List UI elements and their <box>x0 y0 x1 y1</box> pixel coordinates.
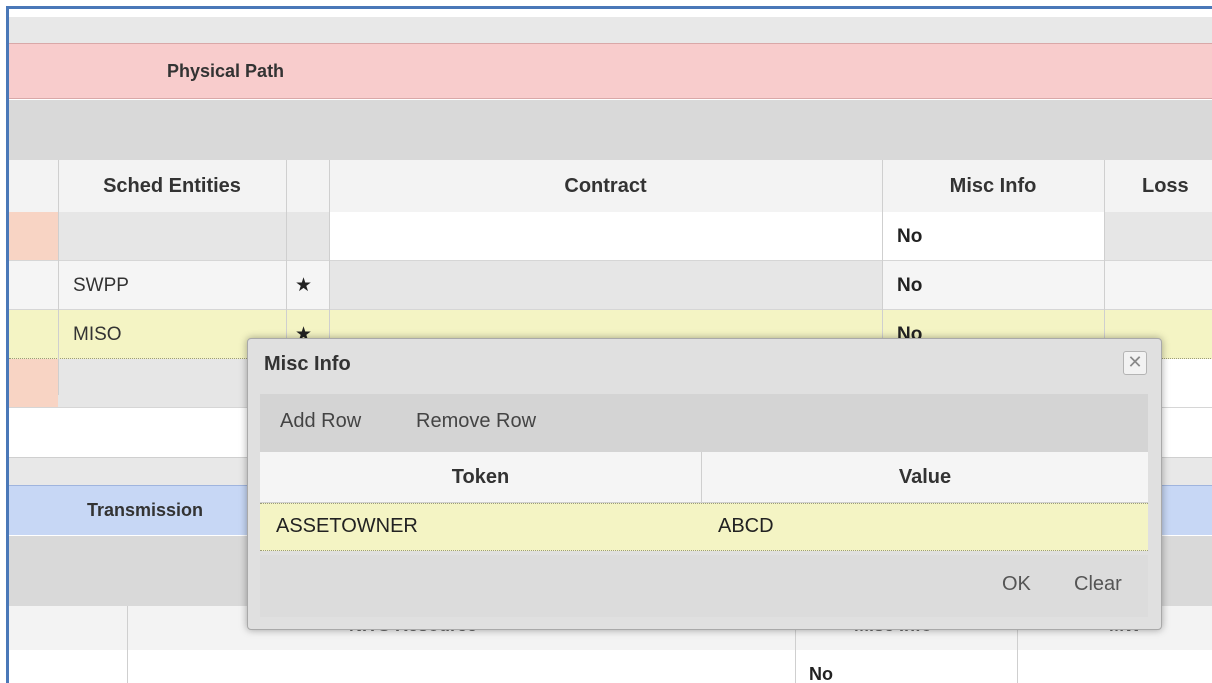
misc-info-cell[interactable]: No <box>809 664 833 683</box>
misc-info-cell[interactable]: No <box>897 261 922 310</box>
dialog-table-header: Token Value <box>260 452 1148 503</box>
clear-button[interactable]: Clear <box>1074 573 1122 596</box>
close-icon[interactable]: ✕ <box>1123 351 1147 375</box>
misc-info-dialog: Misc Info ✕ Add Row Remove Row Token Val… <box>247 338 1162 630</box>
transmission-row[interactable] <box>9 650 1212 683</box>
sched-entity-cell[interactable]: MISO <box>73 310 122 359</box>
value-cell[interactable]: ABCD <box>718 515 774 538</box>
ok-button[interactable]: OK <box>1002 573 1031 596</box>
row-marker <box>9 212 58 260</box>
col-loss[interactable]: Loss <box>1104 160 1212 212</box>
transmission-title: Transmission <box>87 500 204 520</box>
star-cell: ★ <box>295 275 313 296</box>
token-cell[interactable]: ASSETOWNER <box>276 515 418 538</box>
contract-cell <box>329 261 882 309</box>
col-divider <box>127 606 128 683</box>
dialog-footer: OK Clear <box>260 555 1148 617</box>
col-contract[interactable]: Contract <box>329 160 882 212</box>
dialog-title: Misc Info <box>264 353 351 375</box>
remove-row-button[interactable]: Remove Row <box>416 410 536 433</box>
misc-info-cell[interactable]: No <box>897 212 922 261</box>
col-token[interactable]: Token <box>260 452 701 502</box>
physical-path-title: Physical Path <box>167 61 285 81</box>
add-row-button[interactable]: Add Row <box>280 410 361 433</box>
col-misc-info[interactable]: Misc Info <box>882 160 1104 212</box>
col-sched-entities[interactable]: Sched Entities <box>58 160 286 212</box>
col-value[interactable]: Value <box>702 452 1148 502</box>
row-marker <box>9 359 58 407</box>
physical-path-section[interactable]: Physical Path <box>9 43 1212 99</box>
table-row[interactable]: SWPP ★ No <box>9 261 1212 310</box>
sched-entity-cell[interactable]: SWPP <box>73 261 129 310</box>
dialog-toolbar: Add Row Remove Row <box>260 394 1148 452</box>
loss-cell <box>1104 212 1212 260</box>
entity-cell-empty <box>58 212 330 260</box>
sched-table-header: Sched Entities Contract Misc Info Loss <box>9 160 1212 212</box>
table-row[interactable]: No <box>9 212 1212 261</box>
table-row-selected[interactable]: ASSETOWNER ABCD <box>260 503 1148 551</box>
physical-path-toolbar <box>9 100 1212 160</box>
col-divider <box>58 160 59 395</box>
